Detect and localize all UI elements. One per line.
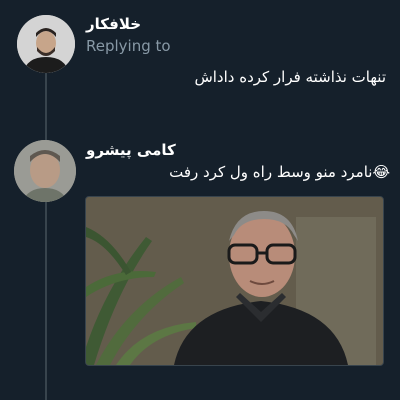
reply-media-image[interactable] <box>85 196 384 366</box>
reply-tweet-text: 😂نامرد منو وسط راه ول کرد رفت <box>169 163 390 181</box>
original-tweet-text: تنهات نذاشته فرار کرده داداش <box>194 68 386 86</box>
reply-author-name[interactable]: کامی پیشرو <box>86 141 176 159</box>
avatar-reply-author[interactable] <box>14 140 76 202</box>
avatar-photo <box>17 15 75 73</box>
original-author-name[interactable]: خلافکار <box>86 15 141 33</box>
avatar-photo <box>14 140 76 202</box>
thread-connector-line <box>45 68 47 400</box>
avatar-original-author[interactable] <box>17 15 75 73</box>
media-photo <box>86 197 383 365</box>
replying-to-label: Replying to <box>86 37 171 55</box>
